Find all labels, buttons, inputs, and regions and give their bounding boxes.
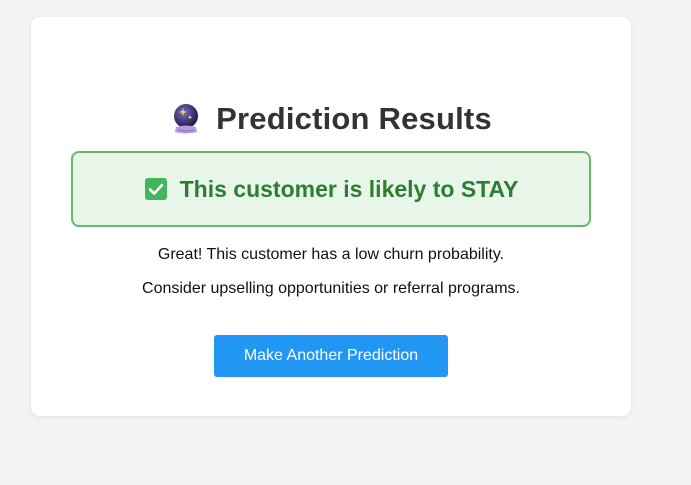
page-title: Prediction Results bbox=[216, 101, 492, 136]
prediction-result-text: This customer is likely to STAY bbox=[179, 175, 519, 202]
page-header: Prediction Results bbox=[31, 99, 631, 139]
results-card: Prediction Results This customer is like… bbox=[31, 17, 631, 416]
make-another-prediction-button[interactable]: Make Another Prediction bbox=[214, 335, 448, 377]
result-message-line-1: Great! This customer has a low churn pro… bbox=[157, 246, 505, 263]
check-mark-button-icon bbox=[144, 178, 167, 200]
result-message-line-2: Consider upselling opportunities or refe… bbox=[142, 280, 520, 297]
crystal-ball-icon bbox=[174, 104, 199, 134]
prediction-result-banner: This customer is likely to STAY bbox=[71, 151, 591, 227]
